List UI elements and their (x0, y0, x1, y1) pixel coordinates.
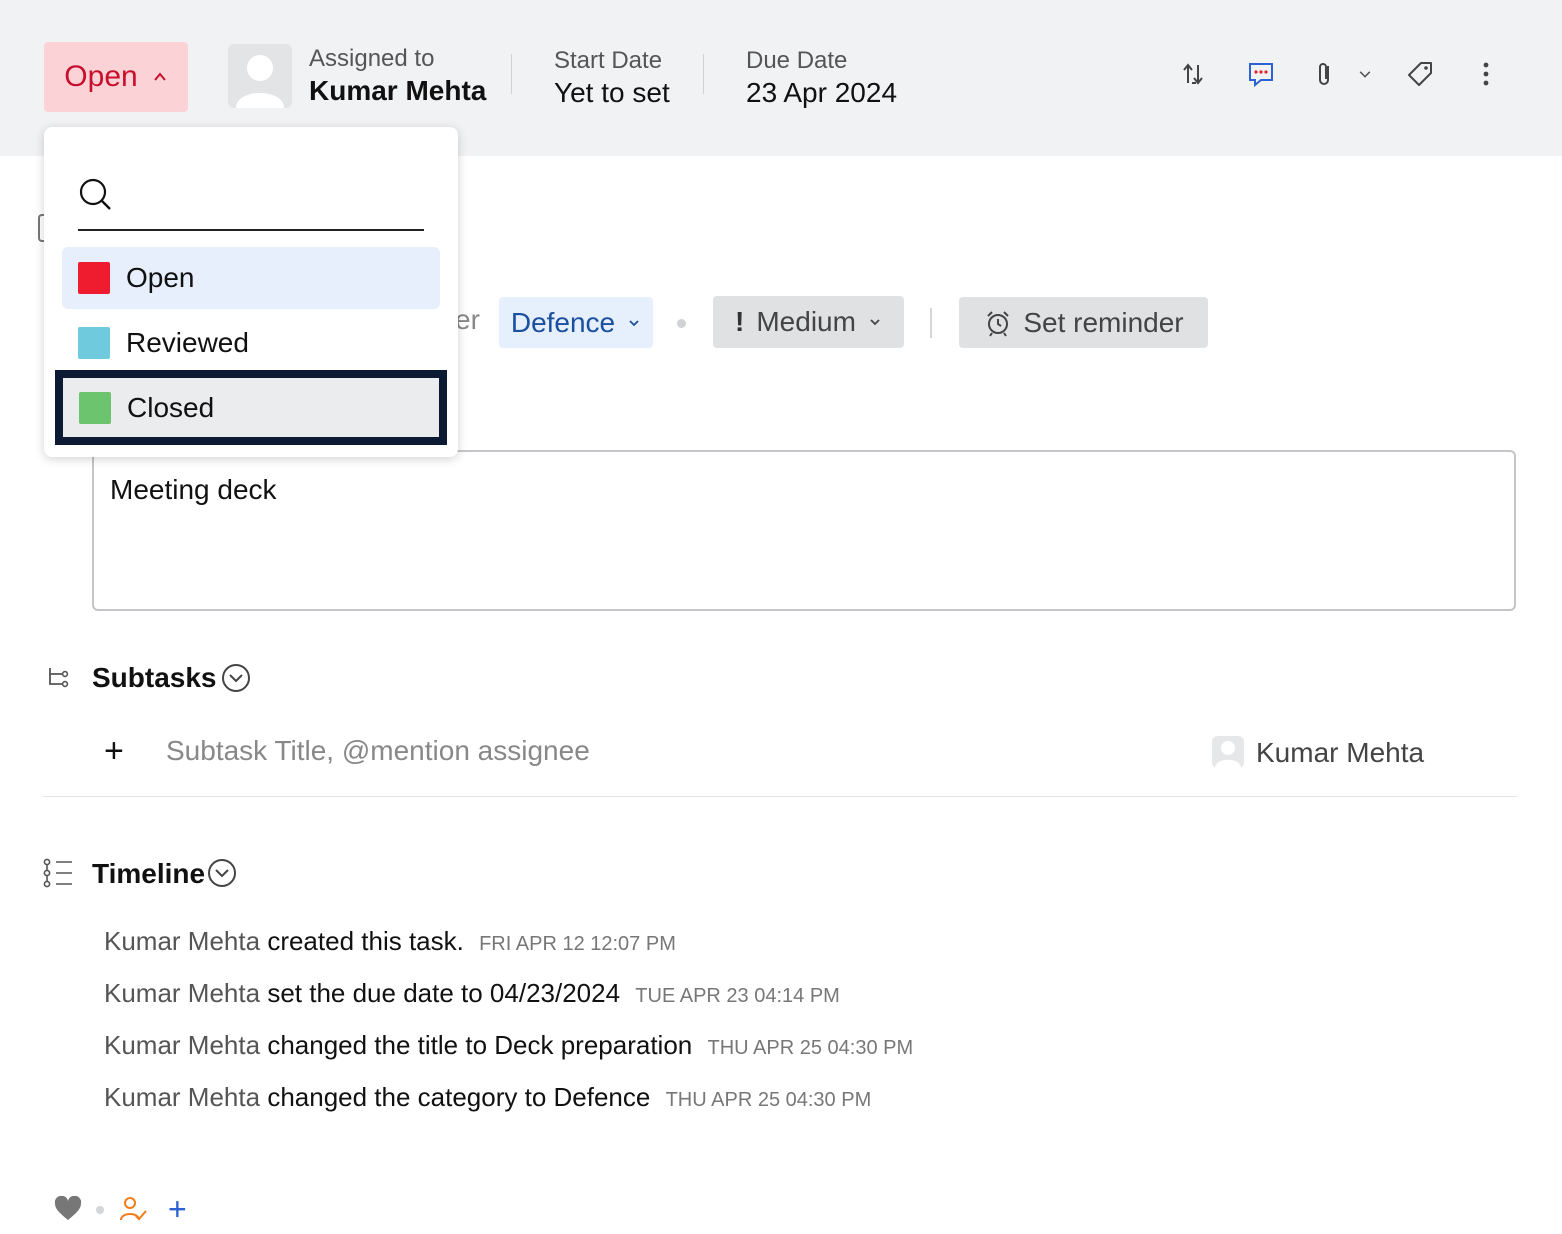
timeline-icon (43, 858, 72, 888)
status-dropdown-menu: Open Reviewed Closed (44, 127, 458, 457)
status-label: Open (64, 60, 138, 93)
timeline-entry: Kumar Mehta changed the category to Defe… (104, 1082, 871, 1113)
timeline-entry: Kumar Mehta changed the title to Deck pr… (104, 1030, 913, 1061)
chevron-down-icon (629, 319, 639, 326)
due-date-field[interactable]: Due Date 23 Apr 2024 (746, 46, 897, 110)
timeline-timestamp: FRI APR 12 12:07 PM (479, 933, 676, 955)
chevron-down-icon[interactable] (1350, 56, 1380, 92)
start-date-field[interactable]: Start Date Yet to set (554, 46, 670, 110)
timeline-user[interactable]: Kumar Mehta (104, 978, 260, 1008)
timeline-timestamp: THU APR 25 04:30 PM (707, 1037, 914, 1059)
set-reminder-button[interactable]: Set reminder (959, 297, 1208, 348)
assigned-to-label: Assigned to (309, 45, 435, 72)
more-icon[interactable] (1468, 56, 1504, 92)
comment-icon[interactable] (1243, 56, 1279, 92)
subtask-assignee[interactable]: Kumar Mehta (1256, 737, 1424, 769)
priority-dropdown[interactable]: ! Medium (713, 296, 904, 348)
subtasks-icon (49, 668, 69, 688)
add-subtask-button[interactable]: + (104, 734, 124, 768)
divider (43, 796, 1517, 797)
assignee-avatar[interactable] (228, 44, 292, 108)
status-option-label: Reviewed (126, 327, 249, 358)
status-color-swatch (78, 327, 110, 359)
timeline-timestamp: TUE APR 23 04:14 PM (635, 985, 840, 1007)
timeline-action: changed the category to Defence (267, 1082, 651, 1112)
search-icon (79, 178, 111, 210)
set-reminder-label: Set reminder (1023, 306, 1184, 338)
user-placeholder-icon (1215, 741, 1241, 768)
tag-icon[interactable] (1402, 56, 1438, 92)
divider (511, 54, 512, 94)
status-option-open[interactable]: Open (62, 247, 440, 309)
due-date-value: 23 Apr 2024 (746, 77, 898, 108)
chevron-down-icon (870, 319, 880, 326)
timeline-user[interactable]: Kumar Mehta (104, 1082, 260, 1112)
priority-icon: ! (735, 306, 745, 337)
status-option-label: Closed (127, 391, 215, 423)
timeline-user[interactable]: Kumar Mehta (104, 1030, 260, 1060)
divider (930, 308, 932, 338)
separator-dot (96, 1206, 104, 1214)
dropdown-search (78, 177, 424, 231)
chevron-up-icon (153, 72, 166, 81)
partial-label: er (455, 304, 480, 335)
timeline-entry: Kumar Mehta set the due date to 04/23/20… (104, 978, 840, 1009)
follower-icon[interactable] (118, 1194, 148, 1224)
description-field[interactable]: Meeting deck (92, 450, 1516, 611)
user-placeholder-icon (236, 55, 284, 108)
status-option-label: Open (126, 262, 195, 293)
alarm-clock-icon (987, 310, 1010, 337)
assigned-to-value: Kumar Mehta (309, 75, 487, 106)
category-label: Defence (510, 306, 616, 338)
subtasks-title: Subtasks (92, 662, 217, 693)
timeline-action: created this task. (267, 926, 464, 956)
timeline-action: changed the title to Deck preparation (267, 1030, 693, 1060)
start-date-label: Start Date (554, 47, 663, 74)
assigned-to-field[interactable]: Assigned to Kumar Mehta (309, 44, 486, 108)
subtask-title-input[interactable]: Subtask Title, @mention assignee (166, 735, 766, 767)
status-button[interactable]: Open (44, 42, 188, 112)
avatar[interactable] (1212, 736, 1244, 768)
status-color-swatch (79, 391, 111, 424)
start-date-value: Yet to set (554, 77, 670, 108)
timeline-user[interactable]: Kumar Mehta (104, 926, 260, 956)
search-input[interactable] (124, 177, 414, 217)
transition-icon[interactable] (1177, 56, 1213, 92)
divider (703, 54, 704, 94)
status-option-reviewed[interactable]: Reviewed (62, 312, 440, 374)
due-date-label: Due Date (746, 47, 848, 74)
add-follower-button[interactable]: + (168, 1193, 187, 1225)
status-option-closed[interactable]: Closed (55, 370, 447, 445)
timeline-action: set the due date to 04/23/2024 (267, 978, 621, 1008)
attachment-icon[interactable] (1307, 56, 1343, 92)
status-color-swatch (78, 262, 110, 294)
category-dropdown[interactable]: Defence (499, 297, 653, 348)
separator-dot (677, 319, 686, 328)
priority-label: Medium (756, 306, 856, 337)
chevron-circle-icon[interactable] (221, 663, 251, 693)
chevron-circle-icon[interactable] (207, 858, 237, 888)
timeline-timestamp: THU APR 25 04:30 PM (665, 1089, 872, 1111)
timeline-entry: Kumar Mehta created this task. FRI APR 1… (104, 926, 676, 957)
heart-icon[interactable] (54, 1196, 82, 1222)
timeline-title: Timeline (92, 858, 206, 889)
